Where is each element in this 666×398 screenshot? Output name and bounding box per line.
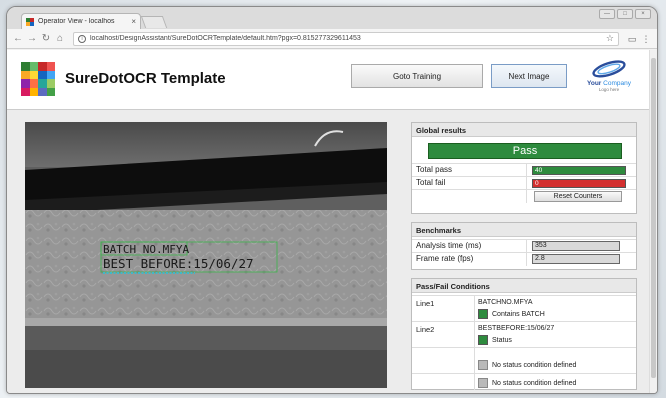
new-tab-button[interactable]	[140, 16, 168, 28]
bookmark-star-icon[interactable]: ☆	[606, 33, 614, 44]
line1-label: Line1	[416, 299, 435, 308]
reload-icon[interactable]: ↻	[39, 32, 53, 46]
line2-status-text: Status	[492, 336, 512, 344]
logo-tile	[46, 70, 55, 79]
tab-title: Operator View - localhos	[38, 18, 115, 25]
global-results-panel: Global results Pass Total pass 40 Total …	[411, 122, 637, 214]
analysis-time-value: 353	[532, 241, 620, 251]
logo-tile	[46, 79, 55, 88]
total-fail-value: 0	[532, 179, 626, 188]
cast-icon[interactable]: ▭	[625, 32, 639, 46]
maximize-button[interactable]: □	[617, 9, 633, 19]
condition-row-line2: Line2 BESTBEFORE:15/06/27 Status	[412, 321, 636, 347]
frame-rate-row: Frame rate (fps) 2.8	[412, 252, 636, 266]
logo-tile	[38, 62, 47, 71]
address-bar[interactable]: i localhost/DesignAssistant/SureDotOCRTe…	[73, 31, 619, 46]
empty1-status-text: No status condition defined	[492, 361, 577, 369]
logo-tile	[38, 79, 47, 88]
window-controls: — □ ×	[599, 9, 651, 19]
logo-tile	[46, 62, 55, 71]
inspection-image: BATCH NO.MFYA BEST BEFORE:15/06/27	[25, 122, 387, 388]
page-title: SureDotOCR Template	[65, 70, 226, 87]
line1-text: BATCHNO.MFYA	[478, 299, 533, 306]
line2-text: BESTBEFORE:15/06/27	[478, 325, 555, 332]
browser-window: Operator View - localhos × — □ × ← → ↻ ⌂…	[6, 6, 658, 394]
total-fail-label: Total fail	[416, 178, 446, 187]
close-window-button[interactable]: ×	[635, 9, 651, 19]
logo-tile	[21, 87, 30, 96]
logo-tile	[29, 87, 38, 96]
company-tagline: Logo here	[598, 87, 620, 92]
next-image-button[interactable]: Next Image	[491, 64, 567, 88]
reset-row: Reset Counters	[412, 189, 636, 203]
condition-row-empty1: No status condition defined	[412, 347, 636, 373]
logo-tile	[29, 79, 38, 88]
scrollbar-thumb[interactable]	[651, 58, 656, 378]
home-icon[interactable]: ⌂	[53, 32, 67, 46]
global-results-title: Global results	[412, 123, 636, 137]
minimize-button[interactable]: —	[599, 9, 615, 19]
ocr-line2-text: BEST BEFORE:15/06/27	[103, 256, 254, 271]
info-icon[interactable]: i	[78, 34, 86, 43]
conditions-title: Pass/Fail Conditions	[412, 279, 636, 293]
ocr-line1-text: BATCH NO.MFYA	[103, 243, 189, 256]
total-pass-row: Total pass 40	[412, 163, 636, 177]
company-swoosh-icon	[592, 60, 626, 78]
conditions-panel: Pass/Fail Conditions Line1 BATCHNO.MFYA …	[411, 278, 637, 390]
condition-row-empty2: No status condition defined	[412, 373, 636, 390]
frame-rate-value: 2.8	[532, 254, 620, 264]
line2-status-swatch	[478, 335, 488, 345]
reset-counters-button[interactable]: Reset Counters	[534, 191, 622, 202]
company-logo: Your Company Logo here	[581, 58, 637, 102]
analysis-time-row: Analysis time (ms) 353	[412, 239, 636, 253]
page-content: SureDotOCR Template Goto Training Next I…	[7, 50, 651, 393]
empty2-status-swatch	[478, 378, 488, 388]
benchmarks-title: Benchmarks	[412, 223, 636, 237]
logo-tile	[21, 70, 30, 79]
menu-dots-icon[interactable]: ⋮	[639, 32, 653, 46]
condition-row-line1: Line1 BATCHNO.MFYA Contains BATCH	[412, 295, 636, 321]
logo-tile	[21, 79, 30, 88]
logo-tile	[29, 62, 38, 71]
page-scrollbar[interactable]	[649, 50, 657, 393]
back-arrow-icon[interactable]: ←	[11, 32, 25, 46]
status-badge: Pass	[428, 143, 622, 159]
line2-label: Line2	[416, 325, 435, 334]
forward-arrow-icon[interactable]: →	[25, 32, 39, 46]
benchmarks-panel: Benchmarks Analysis time (ms) 353 Frame …	[411, 222, 637, 270]
total-pass-label: Total pass	[416, 165, 453, 174]
browser-toolbar: ← → ↻ ⌂ i localhost/DesignAssistant/Sure…	[7, 29, 657, 49]
logo-tile	[46, 87, 55, 96]
total-pass-value: 40	[532, 166, 626, 175]
tab-close-icon[interactable]: ×	[131, 17, 136, 26]
logo-tile	[21, 62, 30, 71]
logo-tile	[38, 70, 47, 79]
company-name-part1: Your	[587, 80, 602, 87]
logo-tile	[38, 87, 47, 96]
frame-rate-label: Frame rate (fps)	[416, 254, 474, 263]
line1-status-text: Contains BATCH	[492, 310, 545, 318]
company-name-part2: Company	[603, 80, 631, 87]
logo-tile	[29, 70, 38, 79]
url-text: localhost/DesignAssistant/SureDotOCRTemp…	[90, 35, 361, 42]
browser-tab[interactable]: Operator View - localhos ×	[21, 13, 141, 29]
tab-strip: Operator View - localhos × — □ ×	[7, 7, 657, 29]
total-fail-row: Total fail 0	[412, 176, 636, 190]
empty2-status-text: No status condition defined	[492, 379, 577, 387]
app-favicon-icon	[26, 17, 34, 26]
analysis-time-label: Analysis time (ms)	[416, 241, 482, 250]
suredot-logo-icon	[21, 62, 55, 96]
empty1-status-swatch	[478, 360, 488, 370]
inspection-image-canvas: BATCH NO.MFYA BEST BEFORE:15/06/27	[25, 122, 387, 388]
goto-training-button[interactable]: Goto Training	[351, 64, 483, 88]
app-header: SureDotOCR Template Goto Training Next I…	[7, 50, 651, 110]
line1-status-swatch	[478, 309, 488, 319]
